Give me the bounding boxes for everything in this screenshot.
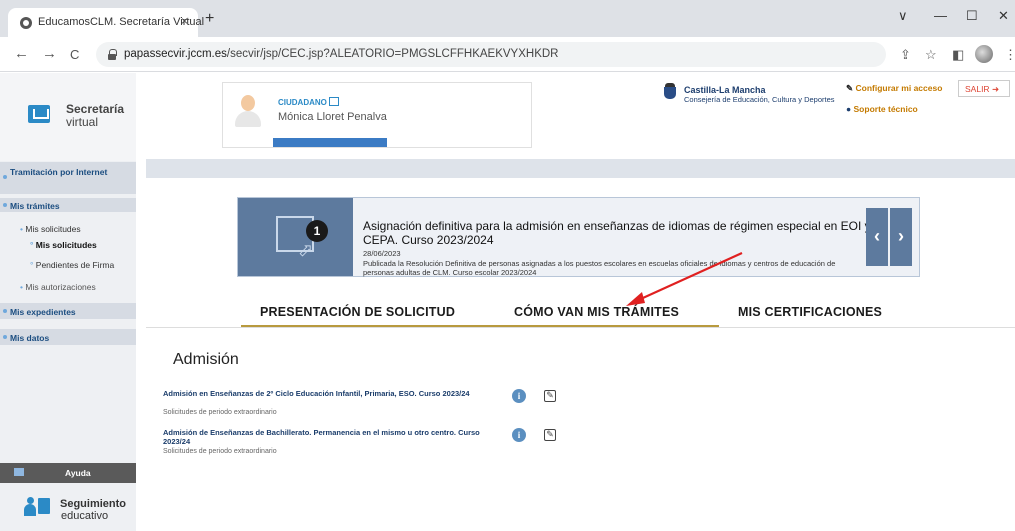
bullet-icon [3,175,7,179]
logout-button[interactable]: SALIR ➜ [958,80,1010,97]
support-icon: ● [846,104,852,114]
banner-title[interactable]: Asignación definitiva para la admisión e… [363,219,873,247]
sidebar-item-mis-expedientes[interactable]: Mis expedientes [0,303,136,319]
sidebar-item-label: Mis solicitudes [25,224,81,234]
book-icon [14,468,24,476]
tab-presentacion-solicitud[interactable]: PRESENTACIÓN DE SOLICITUD [260,305,455,319]
sidebar-item-pendientes-firma[interactable]: ° Pendientes de Firma [30,260,114,270]
sidebar-item-mis-solicitudes-group[interactable]: • Mis solicitudes [20,224,81,234]
browser-tabbar: EducamosCLM. Secretaría Virtual × + ∨ — … [0,0,1015,37]
sidebar: Secretaría virtual Tramitación por Inter… [0,73,136,531]
banner-prev-button[interactable]: ‹ [866,208,888,266]
wrench-icon: ✎ [846,83,854,93]
news-banner[interactable]: ⬀ 1 Asignación definitiva para la admisi… [237,197,920,277]
help-button[interactable]: Ayuda [0,463,136,483]
tab-title: EducamosCLM. Secretaría Virtual [38,16,205,28]
sidebar-item-tramitacion[interactable]: Tramitación por Internet [0,162,136,194]
banner-number: 1 [306,220,328,242]
secretaria-logo[interactable]: Secretaría virtual [0,73,136,161]
request-row-title[interactable]: Admisión en Enseñanzas de 2º Ciclo Educa… [163,389,493,398]
browser-menu-icon[interactable]: ⋮ [1004,47,1015,63]
request-row-title[interactable]: Admisión de Enseñanzas de Bachillerato. … [163,428,493,446]
info-icon[interactable]: i [512,389,526,403]
sidebar-item-label: Mis expedientes [10,307,76,317]
configurar-acceso-link[interactable]: ✎ Configurar mi acceso [846,83,942,94]
edit-icon[interactable]: ✎ [544,390,556,402]
share-icon[interactable]: ⇪ [900,47,911,63]
back-button[interactable]: ← [14,45,29,62]
soporte-tecnico-link[interactable]: ● Soporte técnico [846,104,918,114]
lock-icon [108,49,117,60]
secretaria-logo-icon [28,105,50,123]
sidebar-item-mis-datos[interactable]: Mis datos [0,329,136,345]
sidebar-item-mis-solicitudes[interactable]: ° Mis solicitudes [30,240,97,250]
request-row-subtitle: Solicitudes de periodo extraordinario [163,448,277,455]
tab-mis-certificaciones[interactable]: MIS CERTIFICACIONES [738,305,882,319]
page: Secretaría virtual Tramitación por Inter… [0,73,1015,531]
minimize-button[interactable]: — [934,8,947,23]
url-input[interactable]: papassecvir.jccm.es/secvir/jsp/CEC.jsp?A… [96,42,886,67]
sidebar-item-label: Mis solicitudes [35,240,97,250]
seguimiento-title: Seguimiento [60,498,127,510]
bullet-icon [3,309,7,313]
site-favicon-icon [20,17,32,29]
exit-arrow-icon: ➜ [991,84,1000,94]
profile-avatar[interactable] [975,45,993,63]
tab-search-chevron-icon[interactable]: ∨ [898,8,908,24]
org-title: Castilla-La Mancha [684,85,766,95]
url-host: papassecvir.jccm.es [124,48,227,60]
address-bar: ← → C papassecvir.jccm.es/secvir/jsp/CEC… [0,37,1015,72]
avatar [235,95,261,135]
tabs-divider [146,327,1015,328]
new-tab-button[interactable]: + [205,10,214,28]
tab-como-van-mis-tramites[interactable]: CÓMO VAN MIS TRÁMITES [514,305,679,319]
banner-next-button[interactable]: › [890,208,912,266]
bullet-icon [3,335,7,339]
sidebar-item-mis-autorizaciones[interactable]: • Mis autorizaciones [20,282,96,292]
bullet-icon [3,203,7,207]
help-label: Ayuda [65,468,91,478]
bookmark-star-icon[interactable]: ☆ [925,47,937,63]
user-card: CIUDADANO Mónica Lloret Penalva [222,82,532,148]
id-card-icon [328,97,339,106]
edit-icon[interactable]: ✎ [544,429,556,441]
sidebar-item-label: Mis datos [10,333,50,343]
request-row-subtitle: Solicitudes de periodo extraordinario [163,409,277,416]
seguimiento-icon[interactable] [24,496,56,518]
cursor-icon: ⬀ [298,240,314,260]
maximize-button[interactable]: ☐ [966,8,978,24]
sidebar-item-label: Mis trámites [10,201,60,211]
user-name: Mónica Lloret Penalva [278,111,387,123]
tab-close-icon[interactable]: × [181,14,188,28]
sidebar-item-label: Tramitación por Internet [10,167,108,177]
reload-button[interactable]: C [70,47,79,62]
nav-strip [136,159,1015,178]
banner-image: ⬀ 1 [238,198,353,276]
redacted-field [273,138,387,147]
seguimiento-educativo-link[interactable]: Seguimiento educativo [60,498,126,522]
logo-subtitle: virtual [66,115,99,129]
jccm-crest-icon [662,83,678,99]
banner-description: Publicada la Resolución Definitiva de pe… [363,259,836,277]
sidebar-item-label: Pendientes de Firma [35,260,115,270]
sidebar-item-label: Mis autorizaciones [25,282,96,292]
url-path: /secvir/jsp/CEC.jsp?ALEATORIO=PMGSLCFFHK… [226,48,559,60]
forward-button[interactable]: → [42,45,57,62]
close-window-button[interactable]: ✕ [998,8,1009,24]
seguimiento-subtitle: educativo [61,510,109,522]
sidebar-item-mis-tramites[interactable]: Mis trámites [0,198,136,212]
side-panel-icon[interactable]: ◧ [952,47,964,63]
banner-date: 28/06/2023 [363,249,401,258]
main-tabs: PRESENTACIÓN DE SOLICITUD CÓMO VAN MIS T… [146,301,1015,328]
section-title: Admisión [173,351,239,368]
browser-tab[interactable]: EducamosCLM. Secretaría Virtual × [8,8,204,37]
info-icon[interactable]: i [512,428,526,442]
role-label: CIUDADANO [278,97,339,107]
org-subtitle: Consejería de Educación, Cultura y Depor… [684,95,835,104]
nav-strip-gap [136,159,146,178]
